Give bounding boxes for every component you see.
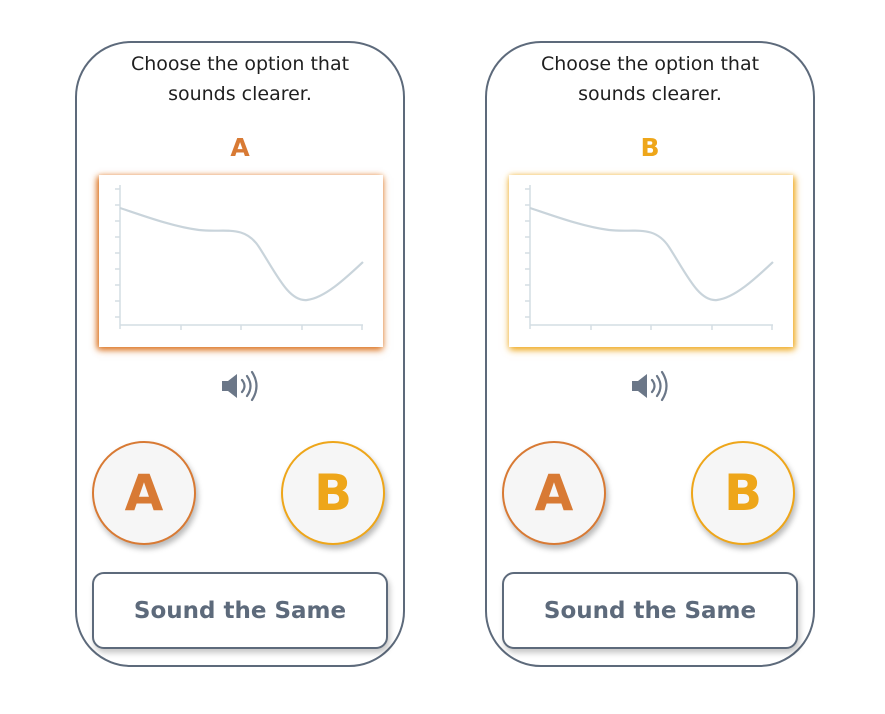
instruction-line-1: Choose the option that — [130, 53, 350, 75]
panel-a: Choose the option that sounds clearer. A — [75, 41, 405, 667]
variant-label: A — [230, 133, 250, 162]
speaker-volume-icon[interactable] — [220, 369, 264, 403]
waveform-chart-card — [509, 175, 793, 347]
waveform-chart — [115, 185, 364, 330]
choice-b-button[interactable]: B — [281, 441, 385, 545]
variant-label: B — [640, 133, 660, 162]
speaker-volume-icon[interactable] — [630, 369, 674, 403]
waveform-chart-card — [99, 175, 383, 347]
instruction-line-1: Choose the option that — [540, 53, 760, 75]
choice-a-button[interactable]: A — [502, 441, 606, 545]
waveform-curve — [119, 206, 364, 302]
instruction-text: Choose the option that sounds clearer. — [77, 49, 403, 109]
waveform-curve — [529, 206, 774, 302]
choice-a-button[interactable]: A — [92, 441, 196, 545]
sound-the-same-button[interactable]: Sound the Same — [92, 572, 388, 649]
waveform-chart — [525, 185, 774, 330]
sound-the-same-button[interactable]: Sound the Same — [502, 572, 798, 649]
panel-b: Choose the option that sounds clearer. B — [485, 41, 815, 667]
instruction-line-2: sounds clearer. — [578, 83, 722, 105]
instruction-line-2: sounds clearer. — [168, 83, 312, 105]
instruction-text: Choose the option that sounds clearer. — [487, 49, 813, 109]
choice-b-button[interactable]: B — [691, 441, 795, 545]
